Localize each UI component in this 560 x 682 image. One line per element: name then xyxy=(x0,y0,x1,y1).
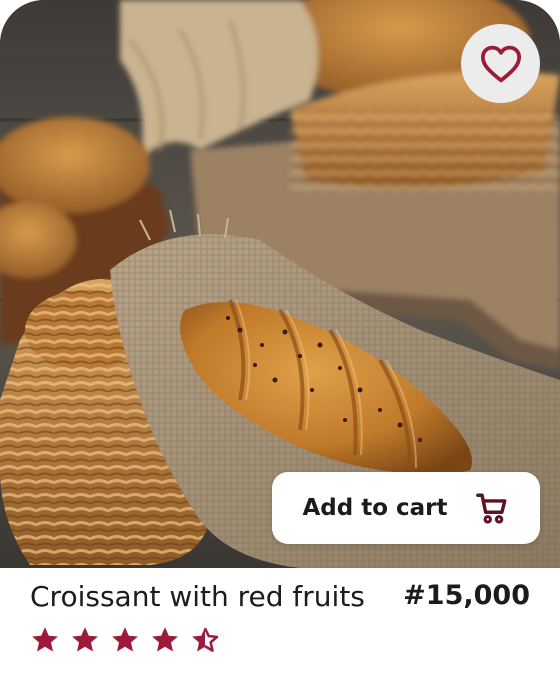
star-filled-icon xyxy=(32,627,58,652)
star-filled-icon xyxy=(72,627,98,652)
shopping-cart-icon xyxy=(475,493,506,524)
favorite-button[interactable] xyxy=(461,24,540,103)
star-filled-icon xyxy=(152,627,178,652)
product-name: Croissant with red fruits xyxy=(30,580,365,613)
star-filled-icon xyxy=(112,627,138,652)
rating-stars xyxy=(30,625,220,655)
add-to-cart-label: Add to cart xyxy=(302,495,448,521)
add-to-cart-button[interactable]: Add to cart xyxy=(272,472,540,544)
product-card[interactable]: Add to cart Croissant with red fruits #1… xyxy=(0,0,560,682)
product-price: #15,000 xyxy=(403,580,530,611)
heart-outline-icon xyxy=(480,45,521,82)
star-half-icon xyxy=(192,627,219,652)
